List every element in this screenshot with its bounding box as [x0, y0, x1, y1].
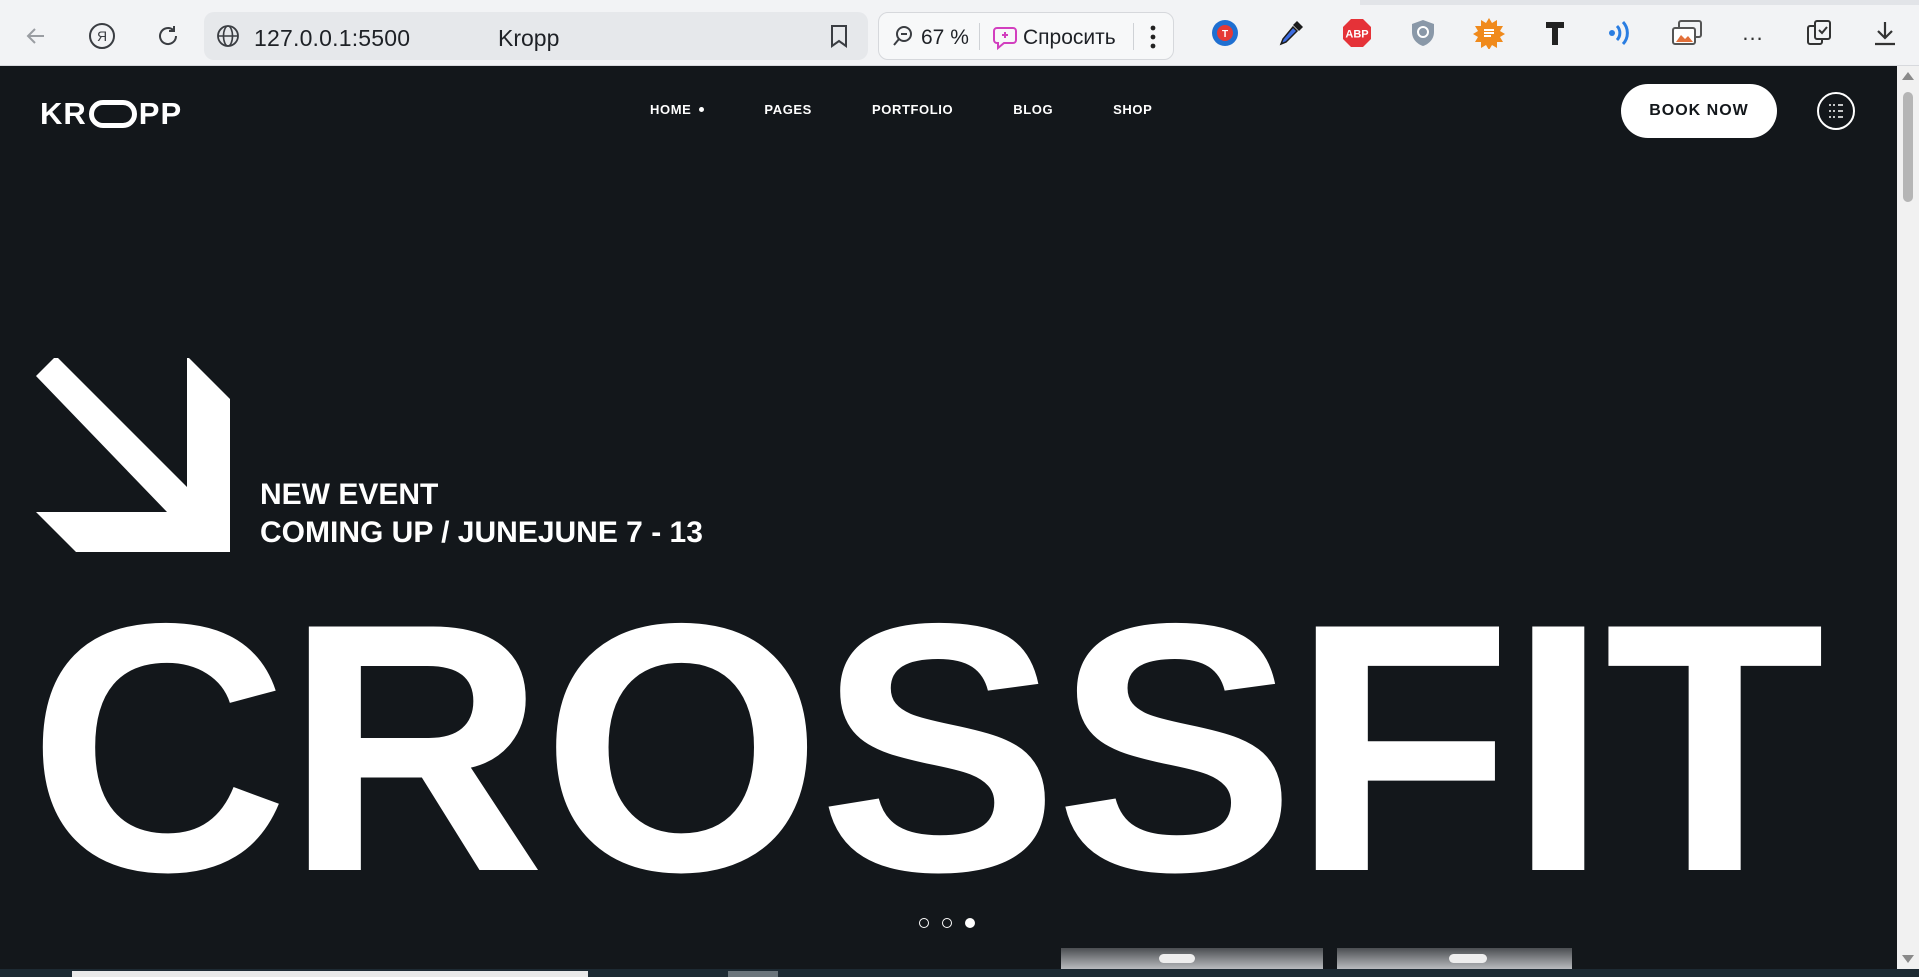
wifi-extension[interactable]: [1604, 16, 1638, 50]
divider: [979, 23, 980, 50]
taskbar-item[interactable]: [72, 971, 588, 977]
slider-dot-3[interactable]: [965, 918, 975, 928]
screenshot-icon: [1672, 20, 1702, 45]
taskbar-item[interactable]: [728, 971, 778, 977]
gallery-image: [1337, 948, 1572, 969]
translate-extension[interactable]: T: [1208, 16, 1242, 50]
nav-label: HOME: [650, 102, 692, 117]
adblock-label: ABP: [1345, 29, 1368, 41]
nav-item-portfolio[interactable]: PORTFOLIO: [872, 102, 953, 117]
slider-dot-2[interactable]: [942, 918, 952, 928]
image-detail: [1159, 954, 1195, 963]
yandex-icon: Я: [89, 23, 115, 49]
wifi-icon: [1609, 20, 1629, 46]
nav-label: SHOP: [1113, 102, 1153, 117]
logo-text-right: PP: [138, 96, 183, 131]
scroll-up-icon[interactable]: [1902, 72, 1914, 80]
ask-ai-icon: [993, 27, 1017, 51]
screenshot-extension[interactable]: [1670, 16, 1704, 50]
yandex-button[interactable]: Я: [82, 16, 122, 56]
scroll-down-icon[interactable]: [1902, 955, 1914, 963]
slider-pagination: [919, 918, 988, 928]
nav-label: BLOG: [1013, 102, 1054, 117]
download-icon: [1875, 22, 1895, 46]
scroll-thumb[interactable]: [1903, 92, 1913, 202]
browser-toolbar: Я 127.0.0.1:5500 Kropp 67 % Спросить T A…: [0, 0, 1919, 66]
down-right-arrow-icon: [36, 358, 230, 552]
zoom-level[interactable]: 67 %: [921, 26, 969, 50]
nav-item-blog[interactable]: BLOG: [1013, 102, 1053, 117]
adblock-extension[interactable]: ABP: [1340, 16, 1374, 50]
t-icon: [1546, 22, 1564, 45]
nav-item-home[interactable]: HOME: [650, 102, 705, 117]
site-logo[interactable]: KR PP: [40, 96, 182, 132]
ask-button[interactable]: Спросить: [1023, 26, 1116, 50]
zoom-ask-group: 67 % Спросить: [878, 12, 1174, 60]
collections-button[interactable]: [1802, 16, 1836, 50]
svg-text:T: T: [1222, 29, 1228, 40]
os-taskbar-edge: [0, 969, 1919, 977]
reload-button[interactable]: [148, 16, 188, 56]
shield-extension[interactable]: [1406, 16, 1440, 50]
page-scrollbar[interactable]: [1897, 66, 1919, 969]
url-text[interactable]: 127.0.0.1:5500: [254, 25, 410, 52]
sun-icon: [1473, 18, 1505, 49]
grid-menu-icon: [1829, 104, 1843, 118]
divider: [1133, 23, 1134, 50]
reload-icon: [159, 26, 178, 45]
extensions-overflow[interactable]: ...: [1736, 16, 1770, 50]
downloads-button[interactable]: [1868, 16, 1902, 50]
logo-text-left: KR: [40, 96, 87, 131]
gallery-image: [1061, 948, 1323, 969]
globe-icon: [217, 25, 239, 47]
main-nav: HOME PAGES PORTFOLIO BLOG SHOP: [650, 102, 1212, 117]
website-viewport: KR PP HOME PAGES PORTFOLIO BLOG SHOP BOO…: [0, 66, 1897, 969]
back-button[interactable]: [16, 16, 56, 56]
event-line-2: COMING UP / JUNEJUNE 7 - 13: [260, 516, 703, 549]
nav-item-pages[interactable]: PAGES: [764, 102, 812, 117]
nav-label: PORTFOLIO: [871, 102, 954, 117]
event-announcement: NEW EVENT COMING UP / JUNEJUNE 7 - 13: [260, 476, 703, 552]
back-arrow-icon: [26, 28, 44, 44]
nav-item-shop[interactable]: SHOP: [1113, 102, 1152, 117]
logo-pill-shape: [88, 100, 137, 128]
event-line-1: NEW EVENT: [260, 478, 439, 511]
sun-extension[interactable]: [1472, 16, 1506, 50]
image-detail: [1449, 954, 1487, 963]
eyedropper-icon: [1279, 21, 1303, 46]
nav-label: PAGES: [764, 102, 812, 117]
page-title: Kropp: [498, 25, 560, 51]
bookmark-icon[interactable]: [828, 24, 850, 48]
shield-icon: [1412, 20, 1434, 46]
hero-heading: CROSSFIT: [28, 551, 1825, 946]
svg-text:Я: Я: [97, 28, 107, 44]
more-vertical-icon[interactable]: [1149, 23, 1157, 51]
eyedropper-extension[interactable]: [1274, 16, 1308, 50]
translate-icon: T: [1212, 20, 1238, 46]
slider-dot-1[interactable]: [919, 918, 929, 928]
book-now-button[interactable]: BOOK NOW: [1621, 84, 1777, 138]
active-dot: [699, 107, 705, 112]
active-tab[interactable]: [0, 0, 1360, 5]
tab-strip: [0, 0, 1919, 5]
menu-toggle-button[interactable]: [1817, 92, 1855, 130]
t-extension[interactable]: [1538, 16, 1572, 50]
zoom-icon[interactable]: [891, 24, 915, 48]
adblock-icon: ABP: [1343, 19, 1371, 47]
address-bar[interactable]: 127.0.0.1:5500 Kropp: [204, 12, 868, 60]
collections-icon: [1807, 20, 1831, 45]
